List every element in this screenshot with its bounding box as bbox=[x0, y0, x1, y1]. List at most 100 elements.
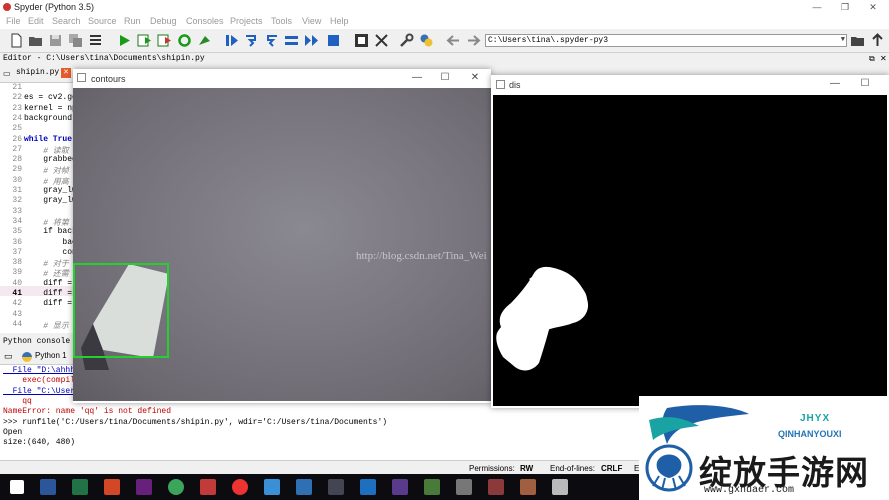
python-window-icon[interactable] bbox=[552, 479, 568, 495]
eol-label: End-of-lines: bbox=[550, 464, 595, 473]
pane-close-icon[interactable]: ✕ bbox=[880, 54, 887, 63]
menu-projects[interactable]: Projects bbox=[230, 16, 263, 26]
brand-url: www.gxhuaer.com bbox=[704, 485, 795, 496]
chevron-down-icon[interactable]: ▼ bbox=[841, 35, 845, 46]
watermark-text: http://blog.csdn.net/Tina_Wei bbox=[356, 250, 487, 262]
contours-maximize-button[interactable]: ☐ bbox=[431, 71, 459, 85]
rerun-icon[interactable] bbox=[177, 33, 192, 48]
contours-window[interactable]: contours — ☐ ✕ bbox=[73, 69, 491, 403]
continue-icon[interactable] bbox=[304, 33, 319, 48]
close-button[interactable]: ✕ bbox=[858, 0, 888, 14]
code-line: gray_lw bbox=[24, 186, 77, 195]
save-all-icon[interactable] bbox=[68, 33, 83, 48]
debug-icon[interactable] bbox=[197, 33, 212, 48]
code-line: if back bbox=[24, 227, 77, 237]
line-number: 25 bbox=[12, 124, 22, 134]
debug-step-icon[interactable] bbox=[224, 33, 239, 48]
menu-file[interactable]: File bbox=[6, 16, 21, 26]
line-number: 35 bbox=[12, 227, 22, 237]
app-dark-icon[interactable] bbox=[328, 479, 344, 495]
code-line: grabbed bbox=[24, 155, 77, 165]
browse-tabs-icon[interactable] bbox=[88, 33, 103, 48]
file-browse-icon[interactable]: ▭ bbox=[3, 69, 11, 78]
visual-studio-icon[interactable] bbox=[136, 479, 152, 495]
open-folder-icon[interactable] bbox=[28, 33, 43, 48]
menu-help[interactable]: Help bbox=[330, 16, 349, 26]
menu-bar: File Edit Search Source Run Debug Consol… bbox=[0, 14, 889, 29]
code-line: while True: bbox=[24, 134, 77, 144]
tab-close-icon[interactable]: ✕ bbox=[61, 68, 71, 78]
menu-edit[interactable]: Edit bbox=[28, 16, 44, 26]
run-cell-advance-icon[interactable] bbox=[157, 33, 172, 48]
save-icon[interactable] bbox=[48, 33, 63, 48]
tab-python-1[interactable]: Python 1 bbox=[35, 351, 67, 360]
eol-value: CRLF bbox=[601, 464, 623, 473]
maximize-pane-icon[interactable] bbox=[354, 33, 369, 48]
dis-maximize-button[interactable]: ☐ bbox=[851, 77, 879, 91]
menu-view[interactable]: View bbox=[302, 16, 321, 26]
netease-music-icon[interactable] bbox=[232, 479, 248, 495]
spyder-task-icon[interactable] bbox=[424, 479, 440, 495]
run-cell-icon[interactable] bbox=[137, 33, 152, 48]
menu-consoles[interactable]: Consoles bbox=[186, 16, 224, 26]
photo-icon[interactable] bbox=[520, 479, 536, 495]
undock-icon[interactable]: ⧉ bbox=[869, 54, 875, 64]
code-line: # 显示 bbox=[24, 321, 69, 331]
contours-close-button[interactable]: ✕ bbox=[461, 71, 489, 85]
step-return-icon[interactable] bbox=[264, 33, 279, 48]
dis-minimize-button[interactable]: — bbox=[821, 77, 849, 91]
window-icon bbox=[496, 80, 505, 89]
contours-window-title: contours bbox=[91, 74, 126, 84]
app-blue-icon[interactable] bbox=[264, 479, 280, 495]
python-path-icon[interactable] bbox=[419, 33, 434, 48]
line-number: 31 bbox=[12, 186, 22, 195]
word-icon[interactable] bbox=[40, 479, 56, 495]
preferences-wrench-icon[interactable] bbox=[399, 33, 414, 48]
app-gray-icon[interactable] bbox=[456, 479, 472, 495]
app-red-icon[interactable] bbox=[200, 479, 216, 495]
start-icon[interactable] bbox=[10, 480, 24, 494]
menu-source[interactable]: Source bbox=[88, 16, 117, 26]
app-feather-icon[interactable] bbox=[360, 479, 376, 495]
dis-window[interactable]: dis — ☐ bbox=[491, 75, 889, 408]
step-into-icon[interactable] bbox=[244, 33, 259, 48]
code-editor[interactable]: 21 22 es = cv2.ge 23 kernel = np 24 background… bbox=[0, 83, 77, 333]
app-gear-icon[interactable] bbox=[488, 479, 504, 495]
back-arrow-icon[interactable] bbox=[446, 33, 461, 48]
line-number: 37 bbox=[12, 247, 22, 257]
new-file-icon[interactable] bbox=[9, 33, 24, 48]
minimize-button[interactable]: — bbox=[802, 0, 832, 14]
excel-icon[interactable] bbox=[72, 479, 88, 495]
camera-frame bbox=[73, 88, 491, 401]
parent-directory-icon[interactable] bbox=[870, 33, 885, 48]
tab-shipin[interactable]: shipin.py bbox=[16, 68, 59, 77]
code-line: diff = bbox=[24, 289, 73, 298]
console-line: qq bbox=[3, 396, 32, 406]
permissions-label: Permissions: bbox=[469, 464, 515, 473]
step-over-icon[interactable] bbox=[284, 33, 299, 48]
app-shield-icon[interactable] bbox=[296, 479, 312, 495]
menu-search[interactable]: Search bbox=[52, 16, 81, 26]
menu-tools[interactable]: Tools bbox=[271, 16, 292, 26]
app-green-icon[interactable] bbox=[168, 479, 184, 495]
permissions-value: RW bbox=[520, 464, 534, 473]
app-purple-icon[interactable] bbox=[392, 479, 408, 495]
powerpoint-icon[interactable] bbox=[104, 479, 120, 495]
fullscreen-icon[interactable] bbox=[374, 33, 389, 48]
browse-folder-icon[interactable] bbox=[850, 33, 865, 48]
console-line: Open bbox=[3, 427, 23, 437]
line-number: 24 bbox=[12, 113, 22, 123]
code-line: background bbox=[24, 113, 73, 123]
stop-debug-icon[interactable] bbox=[326, 33, 341, 48]
contours-minimize-button[interactable]: — bbox=[403, 71, 431, 85]
forward-arrow-icon[interactable] bbox=[466, 33, 481, 48]
console-options-icon[interactable]: ▭ bbox=[4, 351, 13, 362]
menu-run[interactable]: Run bbox=[124, 16, 141, 26]
code-line: diff = bbox=[24, 299, 73, 309]
line-number: 32 bbox=[12, 196, 22, 206]
run-icon[interactable] bbox=[117, 33, 132, 48]
menu-debug[interactable]: Debug bbox=[150, 16, 177, 26]
dis-window-title: dis bbox=[509, 80, 521, 90]
working-directory-combo[interactable]: C:\Users\tina\.spyder-py3 ▼ bbox=[485, 34, 847, 47]
maximize-button[interactable]: ❐ bbox=[830, 0, 860, 14]
